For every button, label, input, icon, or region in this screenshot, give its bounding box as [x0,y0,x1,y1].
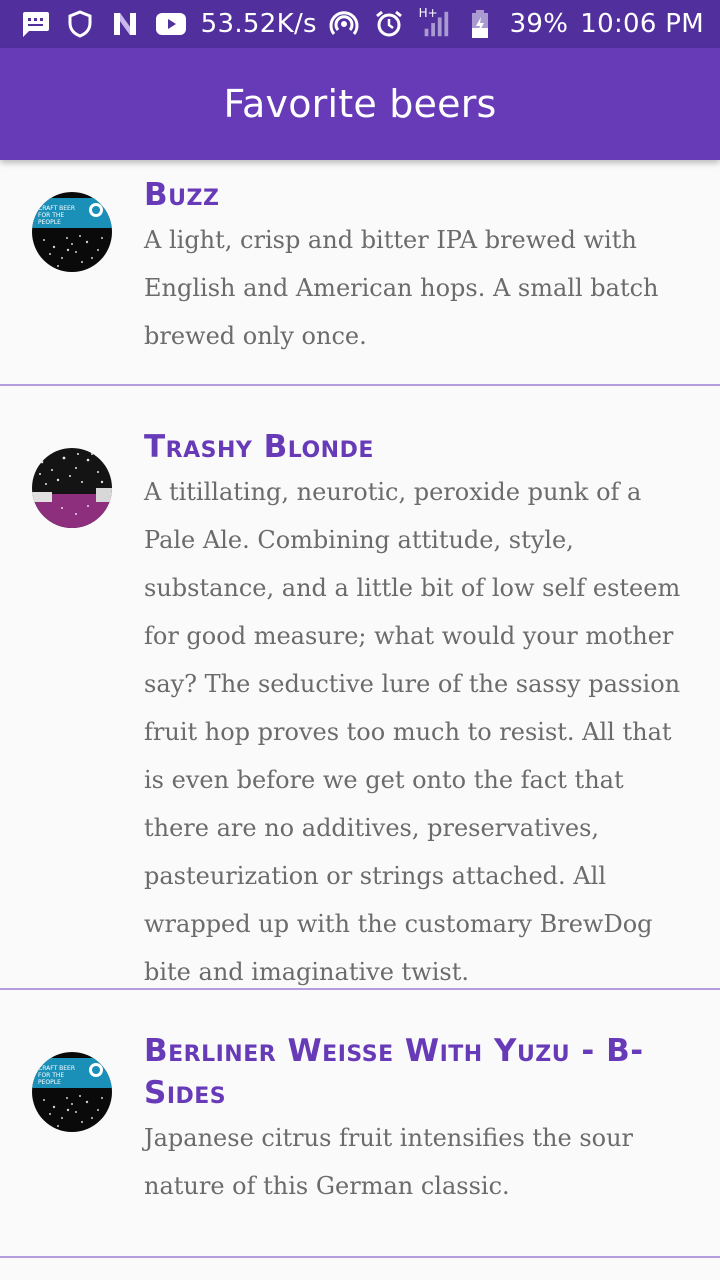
list-item[interactable]: CRAFT BEER FOR THE PEOPLE Berliner Weiss… [0,990,720,1258]
beer-label-text: CRAFT BEER [38,1065,75,1072]
network-type-label: H+ [418,6,438,20]
list-item[interactable]: CRAFT BEER FOR THE PEOPLE Buzz A light, … [0,160,720,386]
page-title: Favorite beers [223,82,497,126]
shield-icon [65,8,96,40]
beer-label-text: CRAFT BEER [38,205,75,212]
battery-percent: 39% [509,9,569,39]
alarm-icon [374,8,405,40]
beer-name: Trashy Blonde [144,429,374,465]
beer-name: Berliner Weisse With Yuzu - B-Sides [144,1033,644,1111]
network-speed: 53.52K/s [200,9,317,39]
svg-text:FOR THE: FOR THE [38,1072,64,1079]
status-bar: 53.52K/s H+ 39% 10:06 PM [0,0,720,48]
list-item[interactable]: Trashy Blonde A titillating, neurotic, p… [0,386,720,990]
svg-text:PEOPLE: PEOPLE [38,219,61,226]
beer-image: CRAFT BEER FOR THE PEOPLE [32,192,112,272]
message-icon [20,8,51,40]
beer-description: A light, crisp and bitter IPA brewed wit… [144,226,659,350]
beer-image [32,448,112,528]
clock: 10:06 PM [580,9,704,39]
svg-text:PEOPLE: PEOPLE [38,1079,61,1086]
svg-text:FOR THE: FOR THE [38,212,64,219]
beer-name: Buzz [144,177,220,213]
n-app-icon [110,8,141,40]
beer-image: CRAFT BEER FOR THE PEOPLE [32,1052,112,1132]
beer-description: Japanese citrus fruit intensifies the so… [144,1124,634,1200]
hotspot-icon [329,8,360,40]
youtube-icon [155,8,187,40]
beer-description: A titillating, neurotic, peroxide punk o… [144,478,681,986]
app-bar: Favorite beers [0,48,720,160]
signal-icon: H+ [418,6,451,40]
beer-list[interactable]: CRAFT BEER FOR THE PEOPLE Buzz A light, … [0,160,720,1280]
battery-icon [465,8,496,40]
